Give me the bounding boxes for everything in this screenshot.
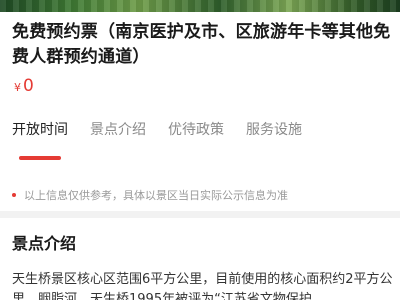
notice-text: 以上信息仅供参考，具体以景区当日实际公示信息为准 xyxy=(24,189,288,202)
info-tabs: 开放时间 景点介绍 优待政策 服务设施 xyxy=(12,120,324,140)
price-amount: 0 xyxy=(23,76,34,96)
ticket-price: ¥ 0 xyxy=(14,76,34,96)
hero-image xyxy=(0,0,400,12)
tab-discount-policy[interactable]: 优待政策 xyxy=(168,120,224,140)
bullet-dot-icon xyxy=(12,193,16,197)
intro-section: 景点介绍 天生桥景区核心区范围6平方公里，目前使用的核心面积约2平方公里，胭脂河… xyxy=(0,218,400,300)
info-notice: 以上信息仅供参考，具体以景区当日实际公示信息为准 xyxy=(12,187,288,203)
tab-introduction[interactable]: 景点介绍 xyxy=(90,120,146,140)
ticket-title: 免费预约票（南京医护及市、区旅游年卡等其他免费人群预约通道） xyxy=(12,22,391,67)
intro-body: 天生桥景区核心区范围6平方公里，目前使用的核心面积约2平方公里，胭脂河、天生桥1… xyxy=(12,272,393,300)
tab-opening-hours[interactable]: 开放时间 xyxy=(12,120,68,140)
ticket-card: 免费预约票（南京医护及市、区旅游年卡等其他免费人群预约通道） ¥ 0 开放时间 … xyxy=(0,12,400,211)
intro-title: 景点介绍 xyxy=(12,234,77,253)
active-tab-indicator xyxy=(19,156,61,160)
tab-facilities[interactable]: 服务设施 xyxy=(246,120,302,140)
currency-symbol: ¥ xyxy=(14,81,21,94)
